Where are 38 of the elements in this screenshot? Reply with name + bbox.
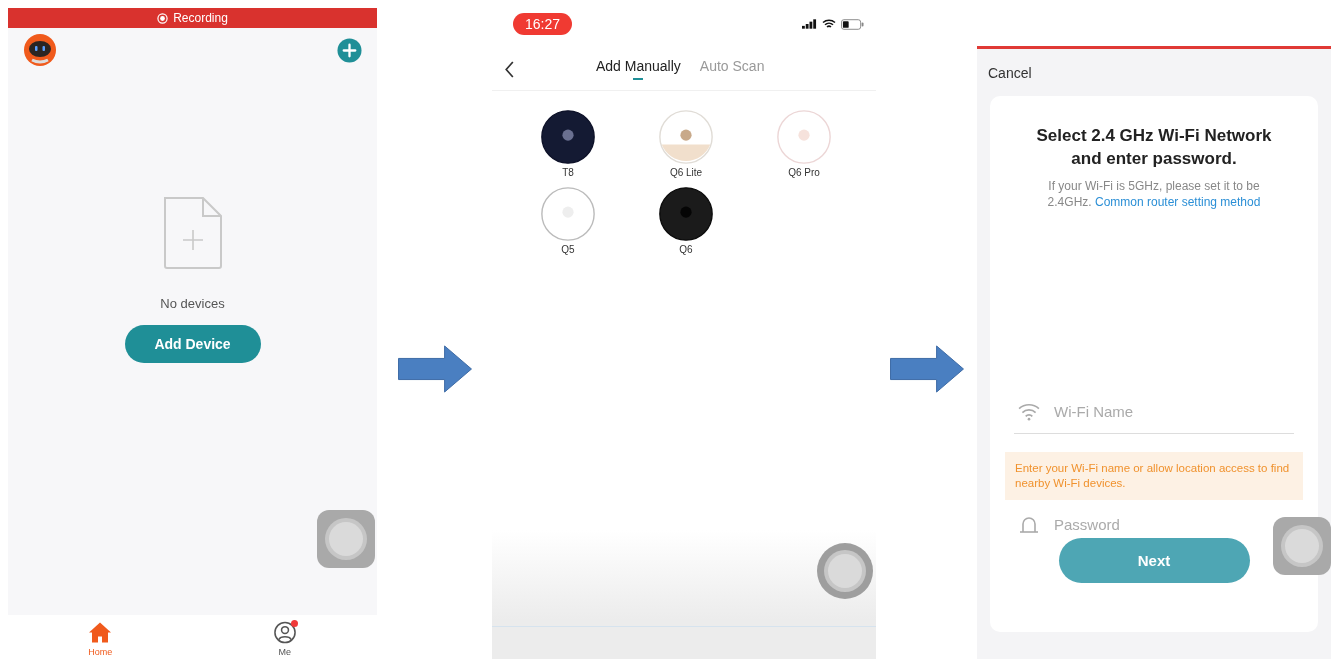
back-icon[interactable] xyxy=(505,60,515,78)
tab[interactable]: Add Manually xyxy=(596,58,681,80)
heading: Select 2.4 GHz Wi-Fi Network and enter password. xyxy=(1035,125,1273,170)
signal-icon xyxy=(802,19,817,29)
password-field[interactable]: Password xyxy=(1054,515,1164,533)
floating-button[interactable] xyxy=(1273,517,1331,575)
wifi-name-field[interactable]: Wi-Fi Name xyxy=(1054,403,1164,420)
model-name: Q6 Pro xyxy=(788,167,820,178)
model-name: T8 xyxy=(562,167,574,178)
add-icon[interactable] xyxy=(337,37,362,63)
floating-button[interactable] xyxy=(817,543,873,599)
robot-logo-icon xyxy=(23,33,57,67)
model-name: Q5 xyxy=(561,244,575,255)
floating-button[interactable] xyxy=(317,510,375,568)
wifi-icon xyxy=(1018,402,1040,421)
note-text: If your Wi-Fi is 5GHz, please set it to be 2.4GHz. Common router setting method xyxy=(1046,178,1262,210)
model-name: Q6 xyxy=(679,244,693,255)
lock-icon xyxy=(1018,515,1040,533)
battery-icon xyxy=(841,18,864,30)
record-icon xyxy=(157,12,169,24)
router-setting-link[interactable]: Common router setting method xyxy=(1094,195,1261,209)
tab-bar-item[interactable]: Me xyxy=(192,615,377,659)
add-device-button[interactable]: Add Device xyxy=(124,325,261,363)
home-icon xyxy=(88,621,113,644)
robot-vacuum-icon[interactable] xyxy=(540,109,596,165)
tab-bar-item[interactable]: Home xyxy=(8,615,193,659)
wifi-icon xyxy=(822,19,836,29)
model-name: Q6 Lite xyxy=(669,167,703,178)
robot-vacuum-icon[interactable] xyxy=(658,186,714,242)
tab[interactable]: Auto Scan xyxy=(699,58,765,80)
cancel-link[interactable]: Cancel xyxy=(977,49,1331,96)
empty-state-text: No devices xyxy=(160,296,225,311)
right-arrow-icon xyxy=(888,345,965,393)
time-pill: 16:27 xyxy=(513,13,573,35)
warning-text: Enter your Wi-Fi name or allow location access to find nearby Wi-Fi devices. xyxy=(1005,452,1303,500)
recording-label: Recording xyxy=(173,11,228,25)
right-arrow-icon xyxy=(396,345,473,393)
profile-icon xyxy=(272,621,297,644)
